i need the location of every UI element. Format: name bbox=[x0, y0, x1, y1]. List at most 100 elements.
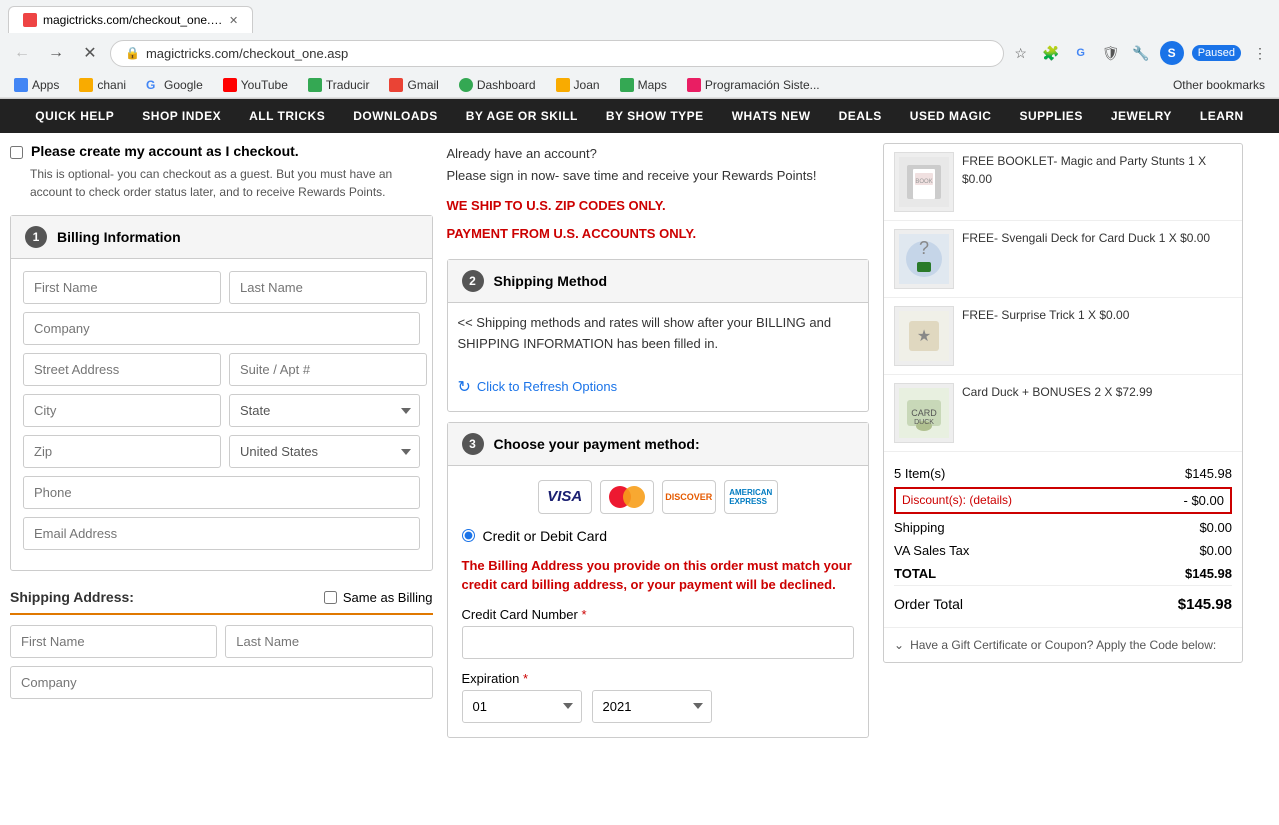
browser-toolbar: ← → ✕ 🔒 magictricks.com/checkout_one.asp… bbox=[0, 33, 1279, 73]
refresh-options-btn[interactable]: ↻ Click to Refresh Options bbox=[448, 377, 869, 397]
shipping-company-input[interactable] bbox=[10, 666, 433, 699]
visa-logo: VISA bbox=[538, 480, 592, 514]
bookmark-dashboard[interactable]: Dashboard bbox=[455, 76, 540, 94]
gift-toggle-btn[interactable]: ⌄ Have a Gift Certificate or Coupon? App… bbox=[894, 638, 1232, 652]
bookmark-gmail[interactable]: Gmail bbox=[385, 76, 442, 94]
expiry-month-select[interactable]: 01020304 05060708 09101112 bbox=[462, 690, 582, 723]
price-row-total: TOTAL $145.98 bbox=[894, 562, 1232, 585]
bookmark-joan[interactable]: Joan bbox=[552, 76, 604, 94]
address-bar[interactable]: 🔒 magictricks.com/checkout_one.asp bbox=[110, 40, 1004, 67]
bookmark-translate[interactable]: Traducir bbox=[304, 76, 374, 94]
nav-supplies[interactable]: Supplies bbox=[1005, 99, 1096, 133]
create-account-checkbox[interactable] bbox=[10, 146, 23, 159]
order-item-img-3: ★ bbox=[894, 306, 954, 366]
bookmark-maps-label: Maps bbox=[638, 78, 667, 92]
bookmark-programacion-label: Programación Siste... bbox=[705, 78, 820, 92]
item4-image: CARD DUCK bbox=[899, 388, 949, 438]
profile-button[interactable]: S bbox=[1160, 41, 1184, 65]
refresh-icon: ↻ bbox=[458, 377, 471, 397]
bookmark-youtube[interactable]: YouTube bbox=[219, 76, 292, 94]
discount-value: - $0.00 bbox=[1184, 493, 1224, 508]
back-button[interactable]: ← bbox=[8, 39, 36, 67]
item3-image: ★ bbox=[899, 311, 949, 361]
tab-close-btn[interactable]: ✕ bbox=[229, 14, 238, 27]
zip-input[interactable] bbox=[23, 435, 221, 468]
credit-card-label: Credit or Debit Card bbox=[483, 528, 608, 544]
star-icon[interactable]: ☆ bbox=[1010, 42, 1032, 64]
shipping-company-row bbox=[10, 666, 433, 699]
order-item-text-2: FREE- Svengali Deck for Card Duck 1 X $0… bbox=[962, 229, 1210, 247]
active-tab[interactable]: magictricks.com/checkout_one.asp ✕ bbox=[8, 6, 253, 33]
company-row bbox=[23, 312, 420, 345]
programacion-favicon bbox=[687, 78, 701, 92]
tax-label: VA Sales Tax bbox=[894, 543, 969, 558]
amex-text: AMERICANEXPRESS bbox=[729, 488, 772, 506]
nav-all-tricks[interactable]: All Tricks bbox=[235, 99, 339, 133]
credit-card-radio[interactable] bbox=[462, 529, 475, 542]
forward-button[interactable]: → bbox=[42, 39, 70, 67]
expiry-year-select[interactable]: 20212022202320242025 bbox=[592, 690, 712, 723]
nav-whats-new[interactable]: Whats New bbox=[718, 99, 825, 133]
svg-text:BOOK: BOOK bbox=[915, 179, 932, 185]
payment-body: VISA DISCOVER AMERICANEXPRESS bbox=[448, 466, 869, 737]
ext1-icon[interactable]: G bbox=[1070, 42, 1092, 64]
nav-learn[interactable]: Learn bbox=[1186, 99, 1258, 133]
nav-by-age[interactable]: By Age or Skill bbox=[452, 99, 592, 133]
email-input[interactable] bbox=[23, 517, 420, 550]
city-input[interactable] bbox=[23, 394, 221, 427]
last-name-input[interactable] bbox=[229, 271, 427, 304]
country-select[interactable]: United States bbox=[229, 435, 420, 468]
state-select[interactable]: State ALAKAZCA COFLGANY TXVA bbox=[229, 394, 420, 427]
payment-header: 3 Choose your payment method: bbox=[448, 423, 869, 466]
amex-logo: AMERICANEXPRESS bbox=[724, 480, 778, 514]
translate-favicon bbox=[308, 78, 322, 92]
item1-image: BOOK bbox=[899, 157, 949, 207]
bookmark-apps-label: Apps bbox=[32, 78, 59, 92]
shipping-first-name-input[interactable] bbox=[10, 625, 217, 658]
phone-input[interactable] bbox=[23, 476, 420, 509]
ext3-icon[interactable]: 🔧 bbox=[1130, 42, 1152, 64]
nav-quick-help[interactable]: Quick Help bbox=[21, 99, 128, 133]
same-as-billing-checkbox[interactable] bbox=[324, 591, 337, 604]
street-address-input[interactable] bbox=[23, 353, 221, 386]
nav-downloads[interactable]: Downloads bbox=[339, 99, 452, 133]
tab-bar: magictricks.com/checkout_one.asp ✕ bbox=[0, 0, 1279, 33]
menu-icon[interactable]: ⋮ bbox=[1249, 42, 1271, 64]
bookmark-google[interactable]: G Google bbox=[142, 76, 207, 94]
chani-favicon bbox=[79, 78, 93, 92]
bookmark-chani[interactable]: chani bbox=[75, 76, 130, 94]
discover-text: DISCOVER bbox=[665, 492, 712, 502]
items-label: 5 Item(s) bbox=[894, 466, 945, 481]
nav-shop-index[interactable]: Shop Index bbox=[128, 99, 235, 133]
shipping-method-section: 2 Shipping Method << Shipping methods an… bbox=[447, 259, 870, 412]
bookmark-apps[interactable]: Apps bbox=[10, 76, 63, 94]
svg-text:CARD: CARD bbox=[911, 408, 937, 418]
bookmark-other-label: Other bookmarks bbox=[1173, 78, 1265, 92]
ext2-icon[interactable]: 🛡 bbox=[1100, 42, 1122, 64]
billing-number: 1 bbox=[25, 226, 47, 248]
nav-jewelry[interactable]: Jewelry bbox=[1097, 99, 1186, 133]
suite-input[interactable] bbox=[229, 353, 427, 386]
nav-used-magic[interactable]: Used Magic bbox=[896, 99, 1006, 133]
bookmark-other[interactable]: Other bookmarks bbox=[1169, 76, 1269, 94]
bookmark-maps[interactable]: Maps bbox=[616, 76, 671, 94]
company-input[interactable] bbox=[23, 312, 420, 345]
gift-section: ⌄ Have a Gift Certificate or Coupon? App… bbox=[884, 627, 1242, 662]
total-label: TOTAL bbox=[894, 566, 936, 581]
city-state-row: State ALAKAZCA COFLGANY TXVA bbox=[23, 394, 420, 427]
order-total-label: Order Total bbox=[894, 596, 963, 613]
order-item-img-4: CARD DUCK bbox=[894, 383, 954, 443]
mc-yellow-circle bbox=[623, 486, 645, 508]
order-item-2: ? FREE- Svengali Deck for Card Duck 1 X … bbox=[884, 221, 1242, 298]
extensions-icon[interactable]: 🧩 bbox=[1040, 42, 1062, 64]
cc-number-input[interactable] bbox=[462, 626, 855, 659]
first-name-input[interactable] bbox=[23, 271, 221, 304]
discover-logo: DISCOVER bbox=[662, 480, 716, 514]
reload-button[interactable]: ✕ bbox=[76, 39, 104, 67]
name-row bbox=[23, 271, 420, 304]
shipping-last-name-input[interactable] bbox=[225, 625, 432, 658]
nav-by-show[interactable]: By Show Type bbox=[592, 99, 718, 133]
create-account-section: Please create my account as I checkout. … bbox=[10, 143, 433, 201]
nav-deals[interactable]: Deals bbox=[825, 99, 896, 133]
bookmark-programacion[interactable]: Programación Siste... bbox=[683, 76, 824, 94]
